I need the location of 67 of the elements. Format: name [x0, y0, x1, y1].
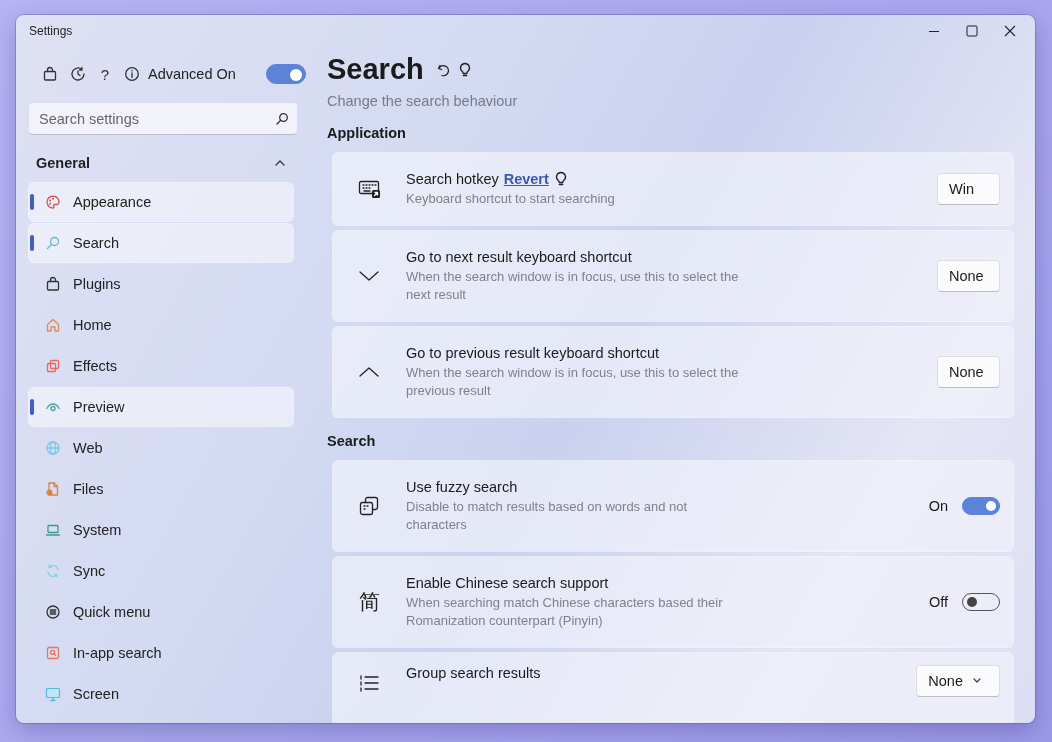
sidebar-item[interactable]: In-app search: [29, 634, 293, 672]
sidebar-item[interactable]: Files: [29, 470, 293, 508]
setting-description: When the search window is in focus, use this to select the previous result: [406, 363, 740, 400]
sidebar-item[interactable]: Home: [29, 306, 293, 344]
house-icon: [45, 317, 61, 333]
sidebar-item[interactable]: Effects: [29, 347, 293, 385]
toggle-state: On: [928, 498, 948, 514]
shortcut-button[interactable]: None: [937, 260, 1000, 292]
setting-description: When the search window is in focus, use this to select the next result: [406, 267, 740, 304]
setting-description: Disable to match results based on words and not characters: [406, 497, 689, 534]
sidebar-item[interactable]: Web: [29, 429, 293, 467]
lightbulb-icon[interactable]: [553, 170, 568, 187]
chevron-down-icon: [973, 678, 981, 684]
lightbulb-icon[interactable]: [457, 61, 472, 78]
sidebar-item[interactable]: Quick menu: [29, 593, 293, 631]
close-icon[interactable]: [1004, 25, 1016, 37]
monitor-icon: [45, 686, 61, 702]
squares-icon: [45, 358, 61, 374]
magnifier-square-icon: [45, 645, 61, 661]
advanced-toggle[interactable]: [266, 64, 306, 84]
setting-title: Search hotkey: [406, 170, 499, 187]
undo-icon[interactable]: [435, 62, 450, 77]
setting-description: Keyboard shortcut to start searching: [406, 189, 616, 208]
sidebar-item[interactable]: Sync: [29, 552, 293, 590]
page-subtitle: Change the search behaviour: [327, 93, 519, 109]
history-icon[interactable]: [70, 66, 86, 82]
sidebar-item[interactable]: System: [29, 511, 293, 549]
setting-description: When searching match Chinese characters based their Romanization counterpart (Pinyin): [406, 593, 724, 630]
dropdown[interactable]: None: [916, 665, 1000, 697]
revert-link[interactable]: Revert: [503, 170, 549, 187]
sidebar-item[interactable]: Screen: [29, 675, 293, 713]
bag-icon: [45, 276, 61, 292]
setting-title: Enable Chinese search support: [406, 574, 609, 591]
bag-icon[interactable]: [42, 66, 58, 82]
search-field[interactable]: Search settings: [29, 103, 297, 135]
toggle-state: Off: [928, 594, 948, 610]
chevron-up-icon[interactable]: [275, 158, 285, 168]
help-button[interactable]: ?: [98, 65, 112, 83]
magnifier-icon: [45, 235, 61, 251]
document-icon: [45, 481, 61, 497]
chinese-glyph-icon: 简: [358, 588, 380, 616]
setting-title: Go to previous result keyboard shortcut: [406, 344, 660, 361]
search-icon[interactable]: [275, 112, 289, 126]
setting-title: Use fuzzy search: [406, 478, 518, 495]
section-header: Search: [327, 433, 377, 449]
group-header[interactable]: General: [36, 155, 275, 171]
shortcut-button[interactable]: Win: [937, 173, 1000, 205]
globe-icon: [45, 440, 61, 456]
advanced-label: Advanced On: [148, 66, 237, 82]
window-title: Settings: [29, 24, 74, 38]
palette-icon: [45, 194, 61, 210]
toggle-switch[interactable]: [962, 497, 1000, 515]
sidebar-item[interactable]: Plugins: [29, 265, 293, 303]
maximize-icon[interactable]: [966, 25, 978, 37]
squares-icon: [358, 495, 380, 517]
page-title: Search: [327, 53, 424, 86]
setting-title: Go to next result keyboard shortcut: [406, 248, 632, 265]
sidebar-item[interactable]: Search: [29, 224, 293, 262]
info-icon[interactable]: [124, 66, 140, 82]
circular-arrows-icon: [45, 563, 61, 579]
setting-title: Group search results: [406, 665, 541, 681]
keyboard-icon: [358, 178, 380, 200]
laptop-icon: [45, 522, 61, 538]
section-header: Application: [327, 125, 407, 141]
sidebar-item[interactable]: Preview: [29, 388, 293, 426]
sidebar-item[interactable]: Appearance: [29, 183, 293, 221]
shortcut-button[interactable]: None: [937, 356, 1000, 388]
